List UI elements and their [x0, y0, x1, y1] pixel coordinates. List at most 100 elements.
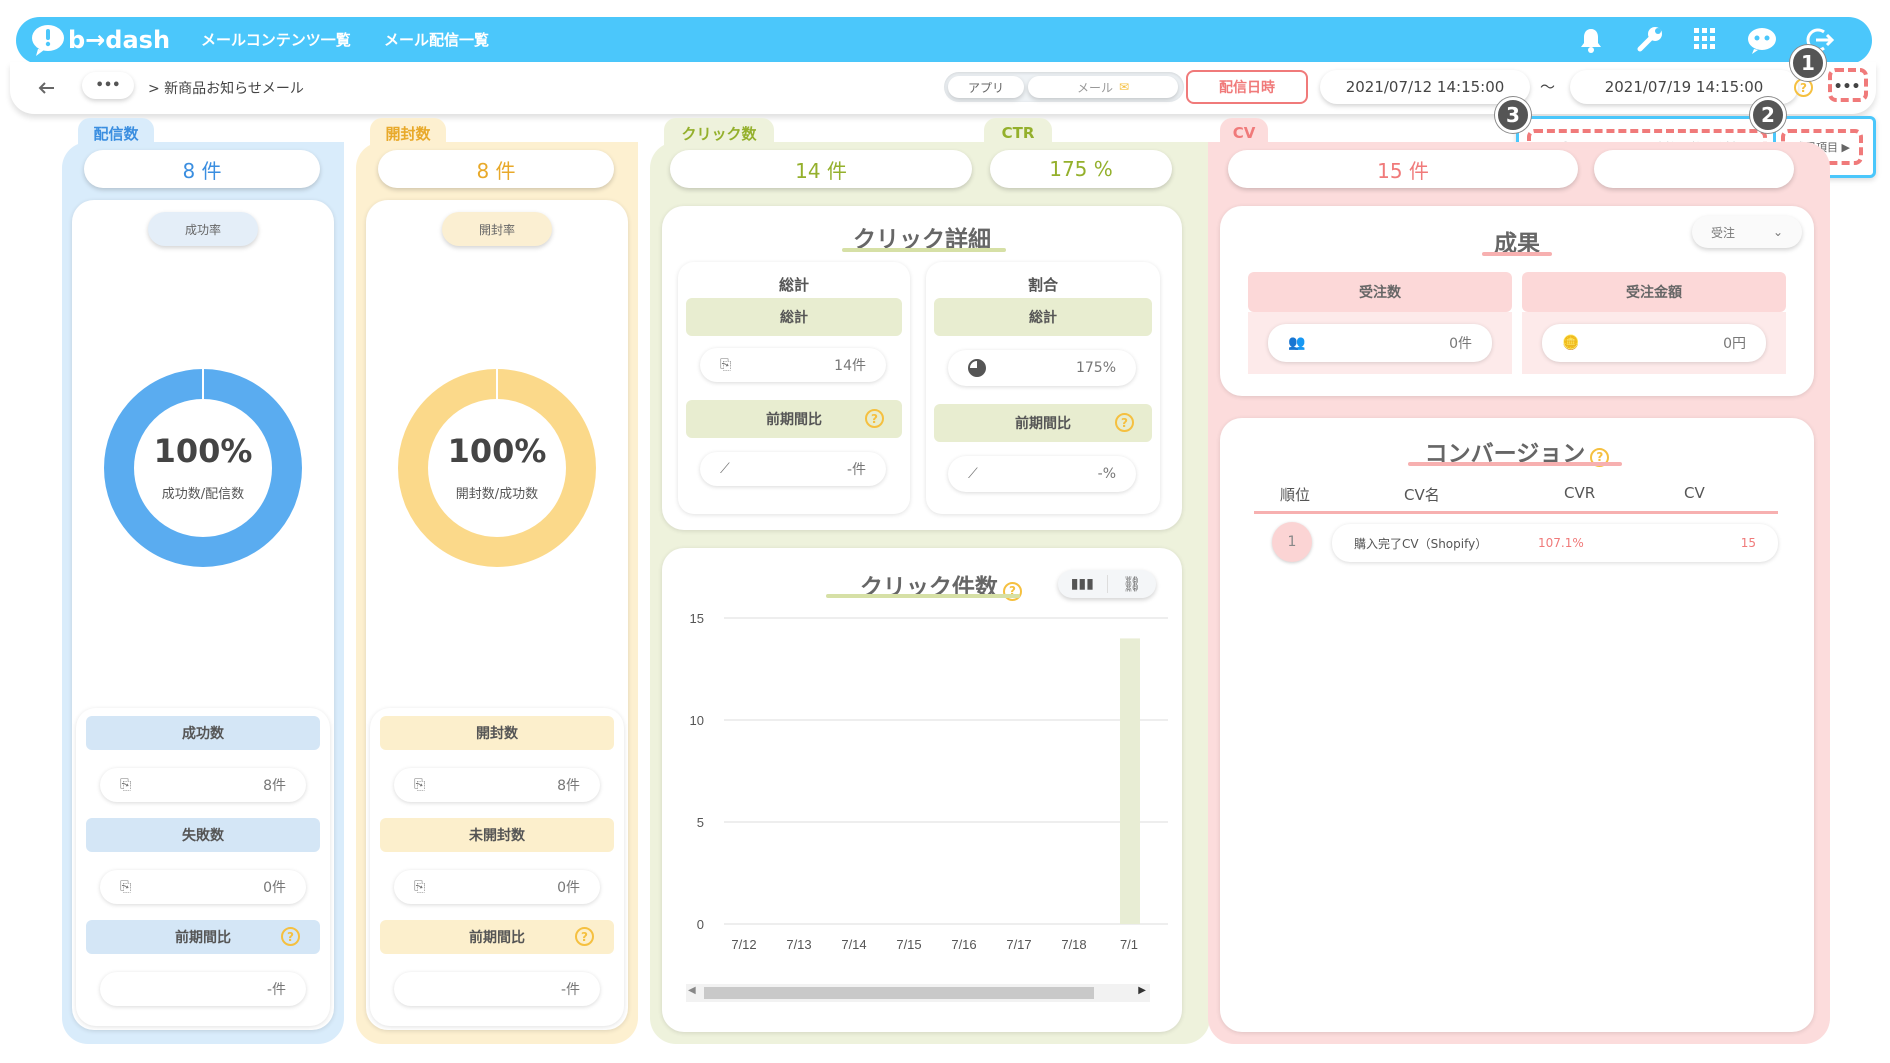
scroll-right-arrow[interactable]: ▶	[1138, 985, 1146, 996]
support-robot-icon[interactable]	[1746, 25, 1778, 55]
click-detail-card: クリック詳細 総計 総計 ⎘ 14件 前期間比? ⟋ -件 割合 総計 175% 前…	[662, 206, 1182, 530]
x-tick-label: 7/16	[951, 937, 976, 952]
send-icon: ⎘	[414, 879, 426, 895]
open-total: 8 件	[378, 150, 614, 188]
delivery-tag: 配信数	[78, 118, 154, 148]
logo-text: b→dash	[68, 26, 171, 54]
x-tick-label: 7/1	[1120, 937, 1138, 952]
ratio-prev-row: ⟋ -%	[948, 456, 1136, 492]
back-arrow-icon[interactable]	[38, 80, 56, 96]
result-type-value: 受注	[1710, 225, 1735, 240]
cv-total: 15 件	[1228, 150, 1578, 188]
open-prev-header: 前期間比?	[380, 920, 614, 954]
cv-name-cell: 購入完了CV（Shopify）	[1354, 536, 1488, 551]
sum-row: ⎘ 14件	[700, 348, 886, 382]
open-rate-label: 開封率	[442, 212, 552, 246]
chevron-down-icon: ⌄	[1772, 225, 1783, 239]
apps-grid-icon[interactable]	[1694, 28, 1716, 50]
click-count-chart: 0 5 10 15 7/12 7/13 7/14 7/15 7/16 7/17 7/18 7/1	[690, 611, 1168, 952]
bar-chart-icon[interactable]: ▮▮▮	[1058, 576, 1107, 592]
click-sum-group: 総計 総計 ⎘ 14件 前期間比? ⟋ -件	[678, 262, 910, 514]
help-icon[interactable]: ?	[1115, 413, 1134, 432]
bell-icon[interactable]	[1580, 27, 1602, 53]
opened-count-value: 8件	[557, 778, 580, 794]
result-type-select[interactable]: 受注 ⌄	[1692, 216, 1802, 248]
success-count-value: 8件	[263, 778, 286, 794]
y-tick-label: 10	[690, 713, 704, 728]
scrollbar-thumb[interactable]	[704, 987, 1094, 999]
fail-count-value: 0件	[263, 880, 286, 896]
link-icon[interactable]: ⛓	[1106, 575, 1157, 593]
sum-prev-value: -件	[846, 462, 866, 478]
ctr-value: 175 %	[990, 150, 1172, 188]
x-tick-label: 7/18	[1061, 937, 1086, 952]
open-breakdown: 開封数 ⎘ 8件 未開封数 ⎘ 0件 前期間比? -件	[370, 708, 624, 1026]
x-tick-label: 7/15	[896, 937, 921, 952]
date-range-separator: 〜	[1540, 78, 1556, 96]
ratio-value: 175%	[1075, 360, 1116, 376]
click-tag: クリック数	[664, 118, 774, 148]
marker-1: 1	[1790, 45, 1826, 81]
coins-icon: 🪙	[1562, 335, 1580, 351]
x-tick-label: 7/12	[731, 937, 756, 952]
date-from-field[interactable]: 2021/07/12 14:15:00	[1320, 70, 1530, 104]
title-underline	[1482, 252, 1552, 256]
bar	[1120, 638, 1140, 924]
col-cv: CV	[1684, 484, 1705, 502]
help-icon[interactable]: ?	[575, 927, 594, 946]
mail-icon: ✉	[1118, 80, 1130, 94]
sum-prev-row: ⟋ -件	[700, 452, 886, 486]
success-rate-label: 成功率	[148, 212, 258, 246]
cv-tag: CV	[1220, 118, 1268, 148]
sub-toolbar: ••• > 新商品お知らせメール アプリ メール ✉ 配信日時 2021/07/1…	[10, 62, 1876, 114]
chart-view-toggle: ▮▮▮ ⛓	[1058, 570, 1156, 598]
unopened-count-value: 0件	[557, 880, 580, 896]
send-icon: ⎘	[120, 879, 132, 895]
help-icon[interactable]: ?	[865, 409, 884, 428]
send-icon: ⎘	[720, 357, 732, 373]
highlight-more-button	[1828, 68, 1868, 102]
title-underline	[842, 248, 1006, 252]
rank-badge: 1	[1272, 522, 1312, 562]
chart-scrollbar[interactable]: ◀ ▶	[686, 984, 1150, 1002]
delivery-total: 8 件	[84, 150, 320, 188]
title-underline	[1408, 462, 1622, 466]
sum-value: 14件	[834, 358, 866, 374]
amount-cell: 🪙 0円	[1522, 312, 1786, 374]
ratio-prev-header: 前期間比?	[934, 404, 1152, 442]
breadcrumb-more-button[interactable]: •••	[82, 72, 134, 99]
cv-secondary-total	[1594, 150, 1794, 188]
delivery-prev-header: 前期間比?	[86, 920, 320, 954]
click-count-card: クリック件数 ? ▮▮▮ ⛓ 0 5 10 15 7/12 7/13 7/14 7/15 7/1…	[662, 548, 1182, 1032]
orders-header: 受注数	[1248, 272, 1512, 312]
opened-count-row: ⎘ 8件	[394, 768, 600, 802]
table-row[interactable]: 購入完了CV（Shopify） 107.1% 15	[1332, 524, 1778, 562]
date-label-button[interactable]: 配信日時	[1186, 70, 1308, 104]
orders-row: 👥 0件	[1268, 324, 1492, 362]
ratio-col-title: 割合	[1027, 276, 1058, 294]
marker-3: 3	[1495, 97, 1531, 133]
nav-mail-deliveries[interactable]: メール配信一覧	[384, 17, 489, 64]
fail-count-header: 失敗数	[86, 818, 320, 852]
app-logo[interactable]: b→dash	[30, 23, 170, 57]
success-rate-caption: 成功数/配信数	[161, 487, 245, 502]
toggle-app[interactable]: アプリ	[948, 76, 1024, 98]
nav-mail-contents[interactable]: メールコンテンツ一覧	[201, 17, 351, 64]
delivery-prev-label: 前期間比	[175, 930, 231, 946]
delivery-prev-row: -件	[100, 972, 306, 1006]
ratio-prev-value: -%	[1097, 466, 1116, 482]
scroll-left-arrow[interactable]: ◀	[688, 985, 696, 996]
open-rate-caption: 開封数/成功数	[455, 487, 539, 502]
y-tick-label: 0	[697, 917, 704, 932]
cv-cell: 15	[1740, 536, 1756, 550]
toggle-mail[interactable]: メール ✉	[1028, 76, 1178, 98]
x-tick-label: 7/13	[786, 937, 811, 952]
click-total: 14 件	[670, 150, 972, 188]
amount-value: 0円	[1723, 336, 1746, 352]
delivery-prev-value: -件	[266, 982, 286, 998]
help-icon[interactable]: ?	[281, 927, 300, 946]
sum-header: 総計	[686, 298, 902, 336]
send-icon: ⎘	[120, 777, 132, 793]
wrench-icon[interactable]	[1636, 25, 1664, 53]
title-underline	[826, 594, 1020, 598]
